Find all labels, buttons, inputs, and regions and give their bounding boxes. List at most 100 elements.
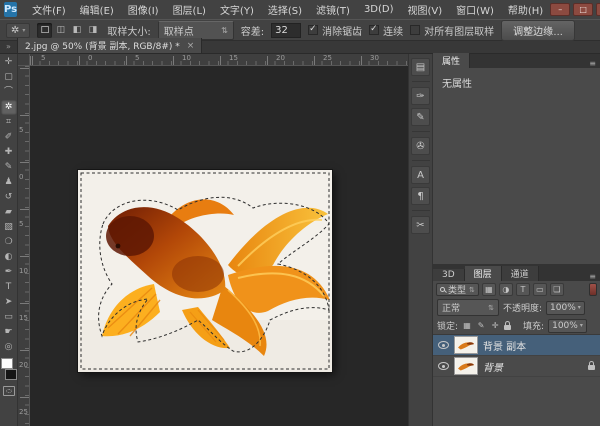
menu-filter[interactable]: 滤镜(T) bbox=[309, 2, 357, 17]
tools-panel: ✛ ▢ ⌒ ✲ ⌗ ✐ ✚ ✎ ♟ ↺ ▰ ▧ ❍ ◐ ✒ T ➤ ▭ ☛ ◎ bbox=[0, 54, 18, 426]
filter-toggle-switch[interactable] bbox=[589, 283, 597, 296]
lock-position-icon[interactable]: ✛ bbox=[490, 321, 500, 330]
magic-wand-tool-icon[interactable]: ✲ bbox=[1, 100, 17, 115]
new-selection-button[interactable]: □ bbox=[37, 23, 52, 38]
subtract-selection-button[interactable]: ◧ bbox=[69, 23, 84, 38]
healing-brush-tool-icon[interactable]: ✚ bbox=[1, 145, 17, 160]
contiguous-checkbox[interactable] bbox=[369, 25, 379, 35]
minimize-button[interactable]: – bbox=[550, 3, 570, 16]
vertical-ruler[interactable]: 5 0 5 10 15 20 25 bbox=[18, 66, 30, 426]
shape-tool-icon[interactable]: ▭ bbox=[1, 310, 17, 325]
sample-all-layers-checkbox-group[interactable]: 对所有图层取样 bbox=[410, 23, 494, 38]
type-tool-icon[interactable]: T bbox=[1, 280, 17, 295]
canvas-area[interactable]: 5 0 5 10 15 20 25 30 5 0 5 10 15 20 25 bbox=[18, 54, 408, 426]
menu-image[interactable]: 图像(I) bbox=[121, 2, 166, 17]
shape-filter-icon[interactable]: ▭ bbox=[533, 283, 547, 296]
visibility-eye-icon[interactable] bbox=[438, 341, 449, 349]
maximize-button[interactable]: □ bbox=[573, 3, 593, 16]
blend-mode-row: 正常 ⇅ 不透明度: 100% ▾ bbox=[433, 298, 600, 317]
gradient-tool-icon[interactable]: ▧ bbox=[1, 220, 17, 235]
anti-alias-checkbox-group[interactable]: 消除锯齿 bbox=[308, 23, 362, 38]
paragraph-panel-icon[interactable]: ¶ bbox=[411, 187, 430, 205]
hruler-label: 10 bbox=[182, 54, 191, 62]
eyedropper-tool-icon[interactable]: ✐ bbox=[1, 130, 17, 145]
hruler-label: 25 bbox=[323, 54, 332, 62]
contiguous-checkbox-group[interactable]: 连续 bbox=[369, 23, 403, 38]
tab-overflow-icon[interactable]: » bbox=[0, 41, 17, 53]
character-panel-icon[interactable]: A bbox=[411, 166, 430, 184]
layer-thumbnail[interactable] bbox=[454, 336, 478, 354]
tab-channels[interactable]: 通道 bbox=[502, 266, 539, 281]
lasso-tool-icon[interactable]: ⌒ bbox=[1, 85, 17, 100]
adjustment-filter-icon[interactable]: ◑ bbox=[499, 283, 513, 296]
zoom-tool-icon[interactable]: ◎ bbox=[1, 340, 17, 355]
anti-alias-checkbox[interactable] bbox=[308, 25, 318, 35]
horizontal-ruler[interactable]: 5 0 5 10 15 20 25 30 bbox=[30, 54, 408, 66]
menu-select[interactable]: 选择(S) bbox=[261, 2, 309, 17]
close-button[interactable]: ✕ bbox=[596, 3, 600, 16]
type-filter-icon[interactable]: T bbox=[516, 283, 530, 296]
menu-file[interactable]: 文件(F) bbox=[25, 2, 73, 17]
menu-edit[interactable]: 编辑(E) bbox=[73, 2, 121, 17]
opacity-dropdown[interactable]: 100% ▾ bbox=[546, 301, 585, 315]
layer-filter-kind-dropdown[interactable]: 类型 ⇅ bbox=[436, 283, 479, 296]
layer-thumbnail[interactable] bbox=[454, 357, 478, 375]
photoshop-window: Ps 文件(F) 编辑(E) 图像(I) 图层(L) 文字(Y) 选择(S) 滤… bbox=[0, 0, 600, 426]
pixel-filter-icon[interactable]: ▦ bbox=[482, 283, 496, 296]
layer-row-background[interactable]: 背景 bbox=[433, 356, 600, 377]
tab-close-icon[interactable]: × bbox=[187, 41, 195, 51]
dodge-tool-icon[interactable]: ◐ bbox=[1, 250, 17, 265]
lock-all-icon[interactable] bbox=[504, 325, 511, 330]
quick-mask-button[interactable] bbox=[3, 386, 15, 396]
blur-tool-icon[interactable]: ❍ bbox=[1, 235, 17, 250]
panel-menu-icon[interactable]: ≡ bbox=[585, 272, 600, 281]
layer-list: 背景 副本 背景 bbox=[433, 334, 600, 426]
hand-tool-icon[interactable]: ☛ bbox=[1, 325, 17, 340]
tab-layers[interactable]: 图层 bbox=[465, 266, 502, 281]
blend-mode-dropdown[interactable]: 正常 ⇅ bbox=[437, 299, 499, 316]
marquee-tool-icon[interactable]: ▢ bbox=[1, 70, 17, 85]
tool-presets-panel-icon[interactable]: ✂ bbox=[411, 216, 430, 234]
layer-row-background-copy[interactable]: 背景 副本 bbox=[433, 335, 600, 356]
tab-3d[interactable]: 3D bbox=[433, 269, 465, 281]
clone-source-panel-icon[interactable]: ✇ bbox=[411, 137, 430, 155]
brush-presets-panel-icon[interactable]: ✎ bbox=[411, 108, 430, 126]
visibility-eye-icon[interactable] bbox=[438, 362, 449, 370]
selection-mode-buttons: □ ◫ ◧ ◨ bbox=[37, 23, 100, 38]
ps-logo: Ps bbox=[4, 2, 17, 17]
foreground-color-swatch[interactable] bbox=[1, 358, 13, 369]
move-tool-icon[interactable]: ✛ bbox=[1, 55, 17, 70]
eraser-tool-icon[interactable]: ▰ bbox=[1, 205, 17, 220]
crop-tool-icon[interactable]: ⌗ bbox=[1, 115, 17, 130]
menu-layer[interactable]: 图层(L) bbox=[166, 2, 213, 17]
tolerance-input[interactable] bbox=[271, 23, 301, 38]
brush-tool-icon[interactable]: ✎ bbox=[1, 160, 17, 175]
menu-help[interactable]: 帮助(H) bbox=[501, 2, 550, 17]
document-tab[interactable]: 2.jpg @ 50% (背景 副本, RGB/8#) * × bbox=[17, 38, 202, 53]
smart-object-filter-icon[interactable]: ❏ bbox=[550, 283, 564, 296]
ruler-corner[interactable] bbox=[18, 54, 30, 66]
menu-view[interactable]: 视图(V) bbox=[401, 2, 450, 17]
add-selection-button[interactable]: ◫ bbox=[53, 23, 68, 38]
history-panel-icon[interactable]: ▤ bbox=[411, 58, 430, 76]
path-selection-tool-icon[interactable]: ➤ bbox=[1, 295, 17, 310]
history-brush-tool-icon[interactable]: ↺ bbox=[1, 190, 17, 205]
lock-transparency-icon[interactable]: ▦ bbox=[462, 321, 472, 330]
clone-stamp-tool-icon[interactable]: ♟ bbox=[1, 175, 17, 190]
sample-size-dropdown[interactable]: 取样点 ⇅ bbox=[158, 21, 234, 40]
tab-properties[interactable]: 属性 bbox=[433, 53, 470, 68]
tool-preset-picker[interactable]: ✲ ▾ bbox=[6, 23, 30, 38]
menu-3d[interactable]: 3D(D) bbox=[357, 4, 401, 15]
document-image[interactable] bbox=[78, 170, 332, 372]
brush-panel-icon[interactable]: ✑ bbox=[411, 87, 430, 105]
sample-all-layers-checkbox[interactable] bbox=[410, 25, 420, 35]
refine-edge-button[interactable]: 调整边缘… bbox=[501, 20, 575, 41]
menu-type[interactable]: 文字(Y) bbox=[213, 2, 261, 17]
background-color-swatch[interactable] bbox=[5, 369, 17, 380]
intersect-selection-button[interactable]: ◨ bbox=[85, 23, 100, 38]
panel-menu-icon[interactable]: ≡ bbox=[585, 59, 600, 68]
fill-dropdown[interactable]: 100% ▾ bbox=[548, 319, 587, 333]
lock-paint-icon[interactable]: ✎ bbox=[476, 321, 486, 330]
menu-window[interactable]: 窗口(W) bbox=[449, 2, 501, 17]
pen-tool-icon[interactable]: ✒ bbox=[1, 265, 17, 280]
